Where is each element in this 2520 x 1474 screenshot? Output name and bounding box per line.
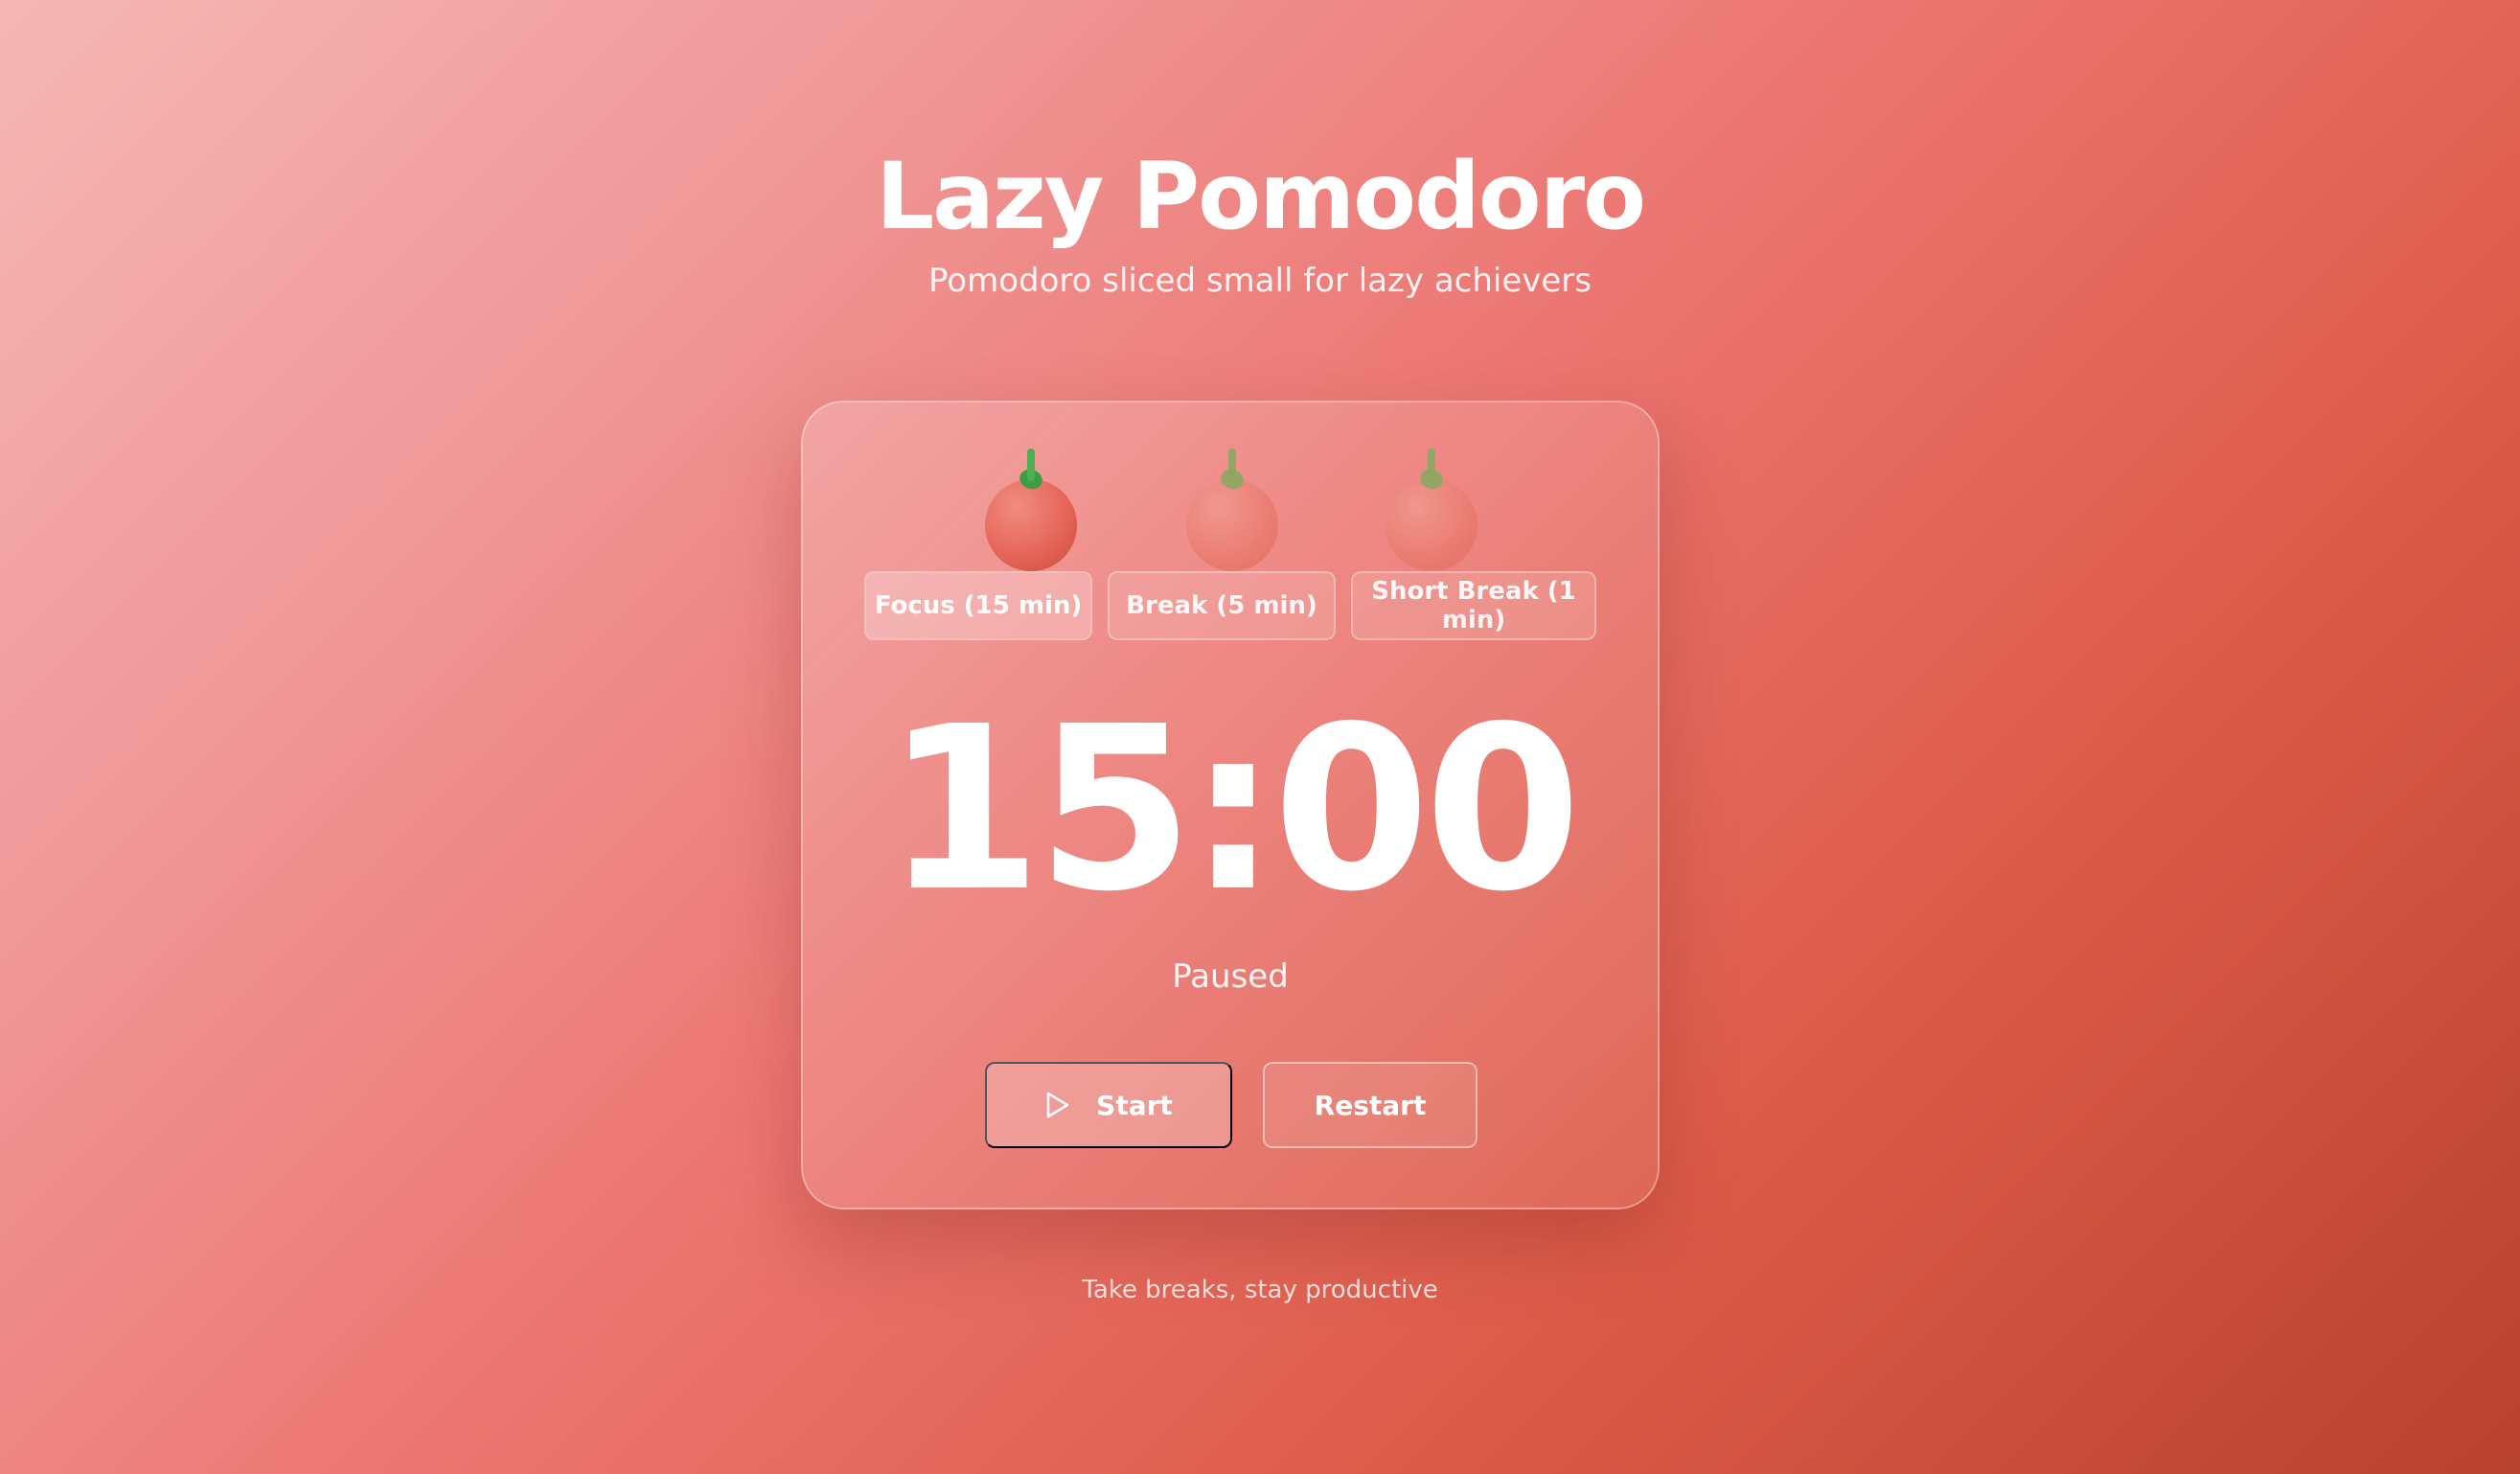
start-button-label: Start xyxy=(1096,1089,1173,1121)
tomato-icon xyxy=(1384,441,1479,575)
tomato-icon xyxy=(983,441,1079,575)
footer-tagline: Take breaks, stay productive xyxy=(1082,1276,1438,1304)
tomato-progress xyxy=(803,441,1658,575)
timer-status: Paused xyxy=(1172,957,1289,996)
short-break-mode-button[interactable]: Short Break (1 min) xyxy=(1351,571,1596,640)
play-icon xyxy=(1046,1092,1069,1118)
timer-card: Focus (15 min) Break (5 min) Short Break… xyxy=(801,401,1660,1209)
app-title: Lazy Pomodoro xyxy=(875,143,1646,250)
timer-display: 15:00 xyxy=(884,678,1581,941)
focus-mode-button[interactable]: Focus (15 min) xyxy=(864,571,1092,640)
break-mode-button[interactable]: Break (5 min) xyxy=(1108,571,1336,640)
app-subtitle: Pomodoro sliced small for lazy achievers xyxy=(928,262,1592,300)
start-button[interactable]: Start xyxy=(985,1062,1232,1148)
tomato-icon xyxy=(1184,441,1280,575)
restart-button[interactable]: Restart xyxy=(1263,1062,1478,1148)
